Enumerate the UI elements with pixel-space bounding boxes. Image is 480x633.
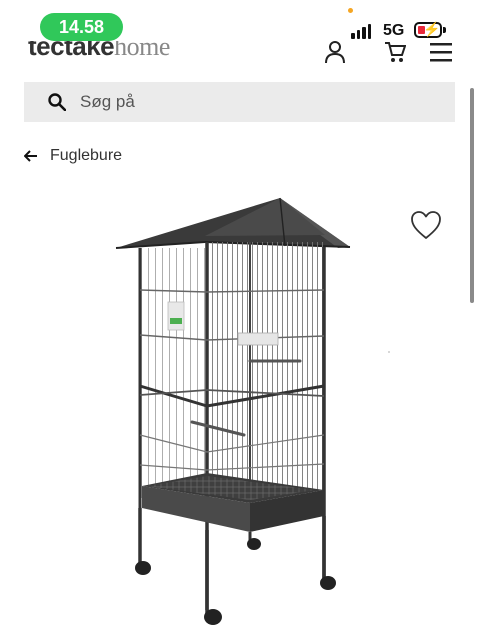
image-speck: [388, 351, 390, 353]
network-type: 5G: [383, 22, 405, 39]
page-scrollbar[interactable]: [470, 88, 474, 303]
search-bar[interactable]: [24, 82, 455, 122]
search-icon: [48, 93, 66, 111]
logo-suffix: home: [114, 41, 170, 61]
user-icon[interactable]: [324, 41, 346, 63]
breadcrumb-label[interactable]: Fuglebure: [50, 147, 122, 165]
site-header: tectakehome: [24, 41, 464, 63]
breadcrumb[interactable]: Fuglebure: [24, 147, 122, 165]
heart-outline-icon[interactable]: [410, 210, 442, 240]
signal-icon: [351, 24, 371, 39]
cart-icon[interactable]: [384, 41, 406, 63]
menu-icon[interactable]: [428, 41, 454, 63]
battery-icon: ⚡: [414, 21, 442, 38]
battery-tip: [443, 27, 446, 33]
back-arrow-icon[interactable]: [24, 149, 38, 163]
privacy-indicator-dot: [348, 8, 353, 13]
logo-brand: tectake: [28, 41, 115, 61]
search-input[interactable]: [78, 91, 382, 113]
product-image-bird-cage[interactable]: [110, 190, 360, 630]
status-time: 14.58: [40, 13, 123, 41]
site-logo[interactable]: tectakehome: [28, 41, 170, 62]
